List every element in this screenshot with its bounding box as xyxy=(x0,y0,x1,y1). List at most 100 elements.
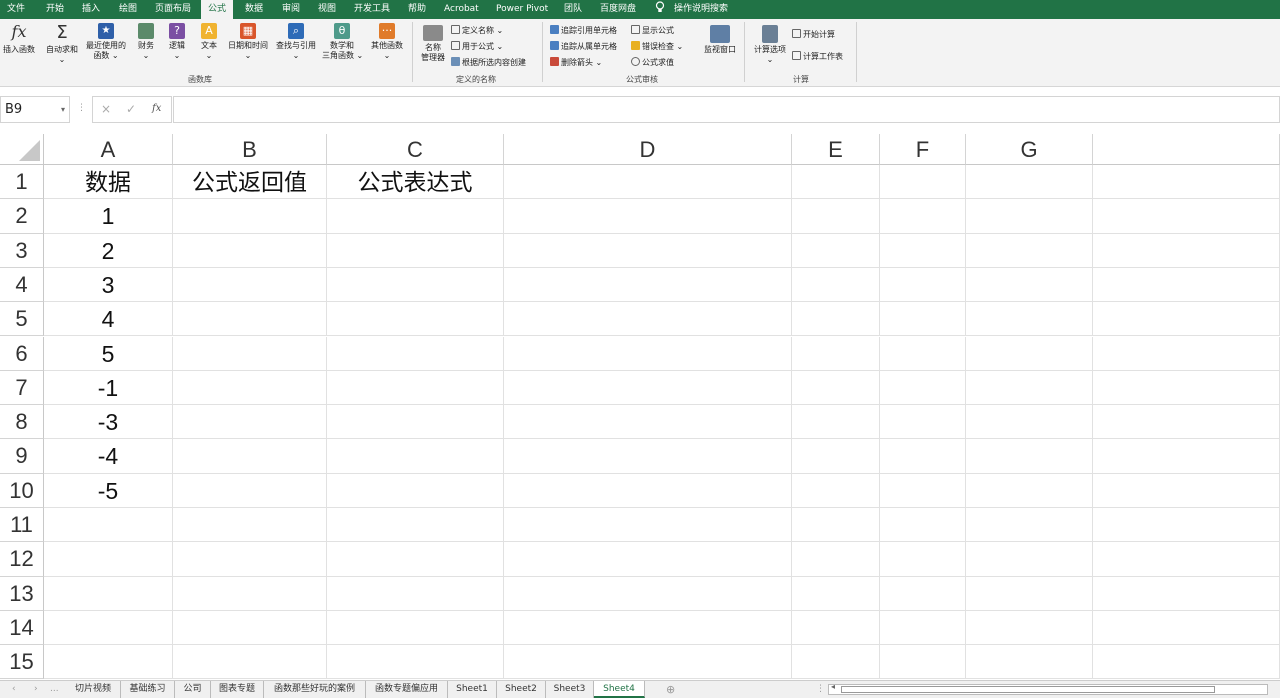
cell-C14[interactable] xyxy=(327,610,504,646)
cell-G12[interactable] xyxy=(966,542,1093,577)
watch-window-button[interactable]: 监视窗口 xyxy=(700,25,740,55)
math-trig-button[interactable]: θ 数学和 三角函数 ⌄ xyxy=(322,23,363,61)
cell-F3[interactable] xyxy=(880,233,966,268)
cell-F6[interactable] xyxy=(880,336,966,371)
row-header-4[interactable]: 4 xyxy=(0,267,44,303)
cell-D1[interactable] xyxy=(504,165,792,200)
cell-B5[interactable] xyxy=(173,302,327,337)
error-checking-button[interactable]: 错误检查 ⌄ xyxy=(631,41,683,52)
cell-E10[interactable] xyxy=(792,473,880,508)
cell-E12[interactable] xyxy=(792,542,880,577)
cell-G11[interactable] xyxy=(966,508,1093,543)
cell-D5[interactable] xyxy=(504,302,792,337)
cell-A12[interactable] xyxy=(44,542,173,577)
cell-D14[interactable] xyxy=(504,610,792,646)
tab-home[interactable]: 开始 xyxy=(46,0,64,19)
cell-B10[interactable] xyxy=(173,473,327,508)
cell-E9[interactable] xyxy=(792,439,880,474)
cell-D4[interactable] xyxy=(504,267,792,303)
cell-E1[interactable] xyxy=(792,165,880,200)
cell-F12[interactable] xyxy=(880,542,966,577)
row-header-7[interactable]: 7 xyxy=(0,370,44,406)
cell-C3[interactable] xyxy=(327,233,504,268)
trace-precedents-button[interactable]: 追踪引用单元格 xyxy=(550,25,617,36)
horizontal-scrollbar[interactable]: ◂ xyxy=(828,682,1268,695)
cell-blank[interactable] xyxy=(1093,165,1280,200)
cell-C13[interactable] xyxy=(327,576,504,611)
cell-F14[interactable] xyxy=(880,610,966,646)
cell-A15[interactable] xyxy=(44,645,173,680)
sheet-tab-0[interactable]: 切片视频 xyxy=(66,681,121,698)
cell-blank[interactable] xyxy=(1093,336,1280,371)
cell-E4[interactable] xyxy=(792,267,880,303)
cell-F7[interactable] xyxy=(880,370,966,406)
row-header-5[interactable]: 5 xyxy=(0,302,44,337)
cell-A8[interactable]: -3 xyxy=(44,405,173,440)
more-functions-button[interactable]: ··· 其他函数 ⌄ xyxy=(368,23,406,61)
cell-D10[interactable] xyxy=(504,473,792,508)
cell-G14[interactable] xyxy=(966,610,1093,646)
create-from-selection-button[interactable]: 根据所选内容创建 xyxy=(451,57,526,68)
cell-B9[interactable] xyxy=(173,439,327,474)
show-formulas-button[interactable]: 显示公式 xyxy=(631,25,674,36)
tab-formulas[interactable]: 公式 xyxy=(201,0,234,19)
cell-A2[interactable]: 1 xyxy=(44,199,173,234)
cell-B13[interactable] xyxy=(173,576,327,611)
cell-C9[interactable] xyxy=(327,439,504,474)
calculation-options-button[interactable]: 计算选项 ⌄ xyxy=(750,25,790,65)
sheet-tab-7[interactable]: Sheet2 xyxy=(497,681,546,698)
cell-C2[interactable] xyxy=(327,199,504,234)
cell-A3[interactable]: 2 xyxy=(44,233,173,268)
cell-A11[interactable] xyxy=(44,508,173,543)
cell-B12[interactable] xyxy=(173,542,327,577)
cell-G8[interactable] xyxy=(966,405,1093,440)
tab-help[interactable]: 帮助 xyxy=(408,0,426,19)
row-header-13[interactable]: 13 xyxy=(0,576,44,611)
tab-developer[interactable]: 开发工具 xyxy=(354,0,390,19)
lookup-reference-button[interactable]: ⌕ 查找与引用 ⌄ xyxy=(274,23,318,61)
insert-function-icon[interactable]: fx xyxy=(152,103,161,114)
trace-dependents-button[interactable]: 追踪从属单元格 xyxy=(550,41,617,52)
tab-baidu-netdisk[interactable]: 百度网盘 xyxy=(600,0,636,19)
cell-B6[interactable] xyxy=(173,336,327,371)
select-all-corner[interactable] xyxy=(0,134,44,165)
cell-D7[interactable] xyxy=(504,370,792,406)
cell-blank[interactable] xyxy=(1093,439,1280,474)
sheet-tab-3[interactable]: 图表专题 xyxy=(211,681,264,698)
tab-scroll-right-icon[interactable]: › xyxy=(34,681,38,698)
tab-data[interactable]: 数据 xyxy=(245,0,263,19)
row-header-2[interactable]: 2 xyxy=(0,199,44,234)
cell-E3[interactable] xyxy=(792,233,880,268)
cell-D13[interactable] xyxy=(504,576,792,611)
cell-D15[interactable] xyxy=(504,645,792,680)
cell-E15[interactable] xyxy=(792,645,880,680)
sheet-tab-9[interactable]: Sheet4 xyxy=(594,681,645,698)
remove-arrows-button[interactable]: 删除箭头 ⌄ xyxy=(550,57,602,68)
row-header-9[interactable]: 9 xyxy=(0,439,44,474)
cell-C5[interactable] xyxy=(327,302,504,337)
cell-F4[interactable] xyxy=(880,267,966,303)
row-header-11[interactable]: 11 xyxy=(0,508,44,543)
cell-A7[interactable]: -1 xyxy=(44,370,173,406)
cell-A14[interactable] xyxy=(44,610,173,646)
cell-C6[interactable] xyxy=(327,336,504,371)
sheet-tab-4[interactable]: 函数那些好玩的案例 xyxy=(264,681,366,698)
cell-B1[interactable]: 公式返回值 xyxy=(173,165,327,200)
cancel-icon[interactable]: × xyxy=(101,102,111,116)
cell-C11[interactable] xyxy=(327,508,504,543)
cell-G5[interactable] xyxy=(966,302,1093,337)
column-header-G[interactable]: G xyxy=(966,134,1093,165)
cell-C1[interactable]: 公式表达式 xyxy=(327,165,504,200)
cell-blank[interactable] xyxy=(1093,610,1280,646)
cell-blank[interactable] xyxy=(1093,405,1280,440)
cell-A6[interactable]: 5 xyxy=(44,336,173,371)
cell-B7[interactable] xyxy=(173,370,327,406)
row-header-8[interactable]: 8 xyxy=(0,405,44,440)
calculate-sheet-button[interactable]: 计算工作表 xyxy=(792,51,843,62)
cell-blank[interactable] xyxy=(1093,370,1280,406)
cell-F13[interactable] xyxy=(880,576,966,611)
cell-blank[interactable] xyxy=(1093,645,1280,680)
cell-B11[interactable] xyxy=(173,508,327,543)
enter-icon[interactable]: ✓ xyxy=(126,102,136,116)
column-header-E[interactable]: E xyxy=(792,134,880,165)
